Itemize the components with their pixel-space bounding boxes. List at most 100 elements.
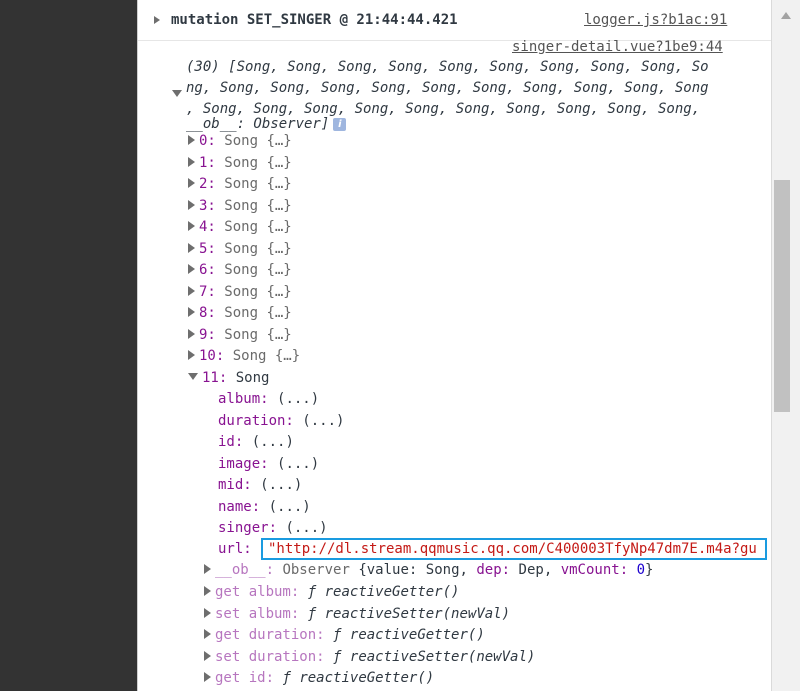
item-value: Song {…} <box>224 197 292 214</box>
expand-triangle-icon[interactable] <box>188 285 195 296</box>
left-panel <box>0 0 137 691</box>
property-value[interactable]: (...) <box>277 391 319 407</box>
array-summary-line-2[interactable]: ng, Song, Song, Song, Song, Song, Song, … <box>186 78 709 99</box>
scroll-up-arrow-icon[interactable] <box>781 12 791 19</box>
expand-triangle-icon[interactable] <box>188 328 195 339</box>
property-key: image: <box>218 455 269 472</box>
expand-triangle-icon[interactable] <box>188 156 195 167</box>
array-item-11[interactable]: 11: Song <box>188 368 269 389</box>
item-value: Song {…} <box>224 176 292 192</box>
log-group-header[interactable]: mutation SET_SINGER @ 21:44:44.421 logge… <box>138 0 772 41</box>
item-index: 0: <box>199 133 216 149</box>
array-item[interactable]: 10: Song {…} <box>188 346 300 367</box>
item-value: Song {…} <box>224 219 292 235</box>
accessor-row[interactable]: set duration: ƒ reactiveSetter(newVal) <box>204 647 535 668</box>
observer-row[interactable]: __ob__: Observer {value: Song, dep: Dep,… <box>204 560 653 581</box>
accessor-row[interactable]: get duration: ƒ reactiveGetter() <box>204 625 485 646</box>
console-panel: mutation SET_SINGER @ 21:44:44.421 logge… <box>137 0 772 691</box>
function-icon: ƒ <box>307 605 317 622</box>
array-item[interactable]: 2: Song {…} <box>188 174 292 195</box>
expand-triangle-icon[interactable] <box>154 16 160 24</box>
info-icon[interactable]: i <box>333 118 347 131</box>
item-index: 10: <box>199 348 225 364</box>
expand-triangle-icon[interactable] <box>188 199 195 210</box>
property-value[interactable]: (...) <box>252 434 294 450</box>
song-property[interactable]: album: (...) <box>218 389 319 410</box>
array-collapse-triangle-icon[interactable] <box>172 90 182 97</box>
expand-triangle-icon[interactable] <box>204 672 211 682</box>
array-item[interactable]: 4: Song {…} <box>188 217 292 238</box>
mutation-title: mutation SET_SINGER @ 21:44:44.421 <box>171 12 458 28</box>
accessor-row[interactable]: set album: ƒ reactiveSetter(newVal) <box>204 604 510 625</box>
array-item[interactable]: 5: Song {…} <box>188 239 292 260</box>
property-value[interactable]: (...) <box>302 413 344 429</box>
accessor-row[interactable]: get id: ƒ reactiveGetter() <box>204 668 434 689</box>
item-value: Song {…} <box>224 154 292 171</box>
item-value: Song {…} <box>224 283 292 300</box>
expand-triangle-icon[interactable] <box>204 586 211 596</box>
expand-triangle-icon[interactable] <box>188 221 195 231</box>
item-index: 7: <box>199 283 216 300</box>
url-value: "http://dl.stream.qqmusic.qq.com/C400003… <box>268 541 757 557</box>
function-icon: ƒ <box>307 584 317 600</box>
song-property[interactable]: image: (...) <box>218 454 319 475</box>
item-index: 2: <box>199 176 216 192</box>
song-property[interactable]: duration: (...) <box>218 411 344 432</box>
property-key: mid: <box>218 477 252 493</box>
item-value: Song {…} <box>224 262 292 278</box>
expand-triangle-icon[interactable] <box>188 307 195 317</box>
expand-triangle-icon[interactable] <box>204 629 211 639</box>
item-index: 9: <box>199 326 216 343</box>
array-item[interactable]: 8: Song {…} <box>188 303 292 324</box>
song-property[interactable]: singer: (...) <box>218 518 328 539</box>
expand-triangle-icon[interactable] <box>188 350 195 360</box>
item-index: 1: <box>199 154 216 171</box>
accessor-key: get album: <box>215 584 300 600</box>
expand-triangle-icon[interactable] <box>204 650 211 661</box>
collapse-triangle-icon[interactable] <box>188 373 198 380</box>
expand-triangle-icon[interactable] <box>188 264 195 274</box>
song-property[interactable]: id: (...) <box>218 432 294 453</box>
accessor-key: set album: <box>215 605 300 622</box>
url-highlight-box[interactable]: "http://dl.stream.qqmusic.qq.com/C400003… <box>261 538 767 560</box>
function-icon: ƒ <box>333 648 342 665</box>
item-index: 6: <box>199 262 216 278</box>
property-value[interactable]: (...) <box>285 520 327 536</box>
song-property[interactable]: mid: (...) <box>218 475 302 496</box>
item-index: 5: <box>199 240 216 257</box>
array-item[interactable]: 9: Song {…} <box>188 325 292 346</box>
expand-triangle-icon[interactable] <box>188 178 195 188</box>
accessor-function: reactiveGetter() <box>349 627 485 643</box>
vertical-scrollbar[interactable] <box>771 0 800 691</box>
accessor-function: reactiveSetter(newVal) <box>324 605 511 622</box>
singer-detail-source-link[interactable]: singer-detail.vue?1be9:44 <box>512 39 723 55</box>
property-value[interactable]: (...) <box>277 456 319 472</box>
item-value: Song <box>235 370 270 386</box>
array-summary-line-1[interactable]: (30) [Song, Song, Song, Song, Song, Song… <box>186 57 709 78</box>
array-item[interactable]: 3: Song {…} <box>188 196 292 217</box>
item-value: Song {…} <box>224 240 292 257</box>
accessor-row[interactable]: get album: ƒ reactiveGetter() <box>204 582 459 603</box>
array-item[interactable]: 0: Song {…} <box>188 131 292 152</box>
logger-source-link[interactable]: logger.js?b1ac:91 <box>584 12 727 28</box>
property-key: name: <box>218 498 261 515</box>
array-summary-tail: __ob__: Observer] <box>186 116 330 132</box>
accessor-key: get duration: <box>215 627 325 643</box>
property-value[interactable]: (...) <box>269 499 311 515</box>
expand-triangle-icon[interactable] <box>188 242 195 253</box>
property-value[interactable]: (...) <box>260 477 302 493</box>
item-value: Song {…} <box>224 133 292 149</box>
scrollbar-thumb[interactable] <box>774 180 790 412</box>
array-item[interactable]: 7: Song {…} <box>188 282 292 303</box>
expand-triangle-icon[interactable] <box>188 135 195 145</box>
property-key: duration: <box>218 412 294 429</box>
expand-triangle-icon[interactable] <box>204 564 211 574</box>
array-item[interactable]: 6: Song {…} <box>188 260 292 281</box>
array-item[interactable]: 1: Song {…} <box>188 153 292 174</box>
accessor-function: reactiveSetter(newVal) <box>349 648 536 665</box>
property-key: album: <box>218 391 269 407</box>
song-property[interactable]: name: (...) <box>218 497 311 518</box>
item-index: 3: <box>199 197 216 214</box>
function-icon: ƒ <box>282 670 291 686</box>
expand-triangle-icon[interactable] <box>204 607 211 618</box>
